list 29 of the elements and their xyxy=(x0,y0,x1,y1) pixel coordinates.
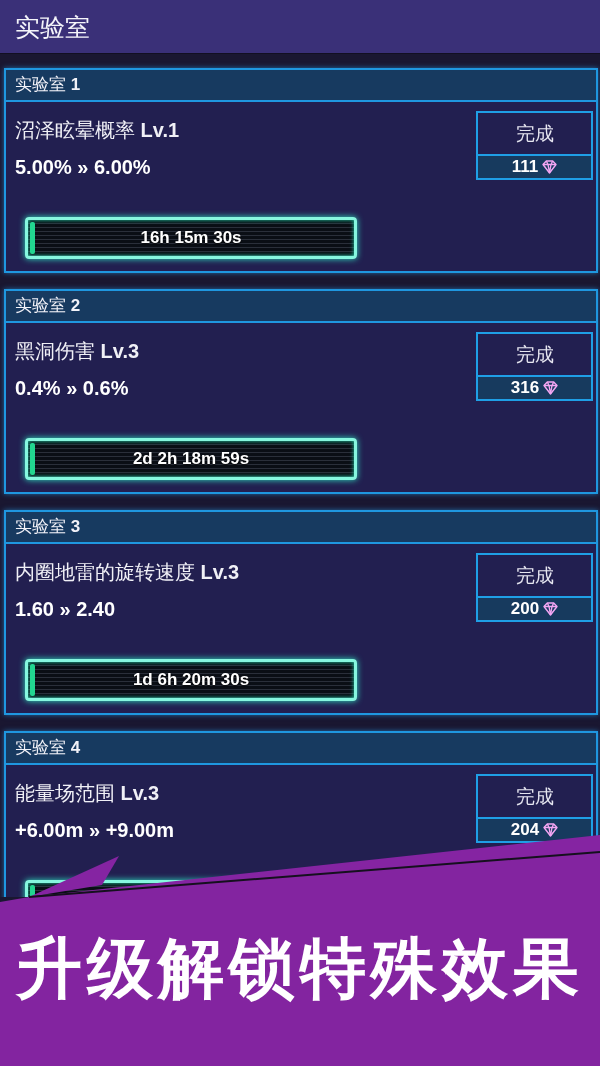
complete-button[interactable]: 完成 316 xyxy=(476,332,593,401)
gem-icon xyxy=(543,381,559,395)
page-title: 实验室 xyxy=(15,11,90,42)
complete-button[interactable]: 完成 204 xyxy=(476,774,593,843)
timer-text: 2d 2h 18m 59s xyxy=(132,448,250,470)
upgrade-name: 沼泽眩晕概率 Lv.1 xyxy=(15,118,180,143)
complete-button[interactable]: 完成 200 xyxy=(476,553,593,622)
gem-cost: 204 xyxy=(510,820,540,840)
gem-icon xyxy=(542,160,558,174)
complete-button[interactable]: 完成 111 xyxy=(476,111,593,180)
timer-text: 16h 15m 30s xyxy=(140,227,242,249)
gem-icon xyxy=(543,602,559,616)
upgrade-name: 内圈地雷的旋转速度 Lv.3 xyxy=(15,560,240,585)
stat-change: 0.4% » 0.6% xyxy=(15,376,129,401)
stat-change: 5.00% » 6.00% xyxy=(15,155,151,180)
gem-cost: 200 xyxy=(510,599,540,619)
stat-change: +6.00m » +9.00m xyxy=(15,818,174,843)
stat-change: 1.60 » 2.40 xyxy=(15,597,116,622)
timer-text: 1d 6h 20m 30s xyxy=(132,669,250,691)
gem-icon xyxy=(543,823,559,837)
card-title: 实验室 3 xyxy=(15,516,81,538)
upgrade-name: 黑洞伤害 Lv.3 xyxy=(15,339,140,364)
banner-caption: 升级解锁特殊效果 xyxy=(16,928,584,1008)
card-title: 实验室 1 xyxy=(15,74,81,96)
gem-cost: 111 xyxy=(511,157,539,177)
card-title: 实验室 2 xyxy=(15,295,81,317)
upgrade-name: 能量场范围 Lv.3 xyxy=(15,781,160,806)
gem-cost: 316 xyxy=(510,378,540,398)
card-title: 实验室 4 xyxy=(15,737,81,759)
